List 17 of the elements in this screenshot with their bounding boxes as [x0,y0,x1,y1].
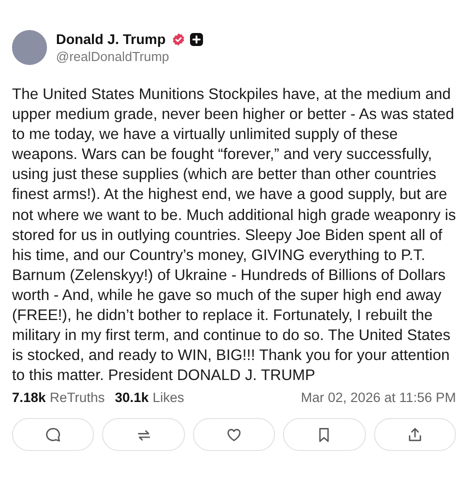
avatar-placeholder[interactable] [12,30,47,65]
stat-count: 7.18k [12,390,46,406]
post-text: The United States Munitions Stockpiles have, at the medium and upper medium grade, never been higher or better - As was stated to me today, we have a virtually unlimited supply of these weapons. Wars can be fought “forever,” and very successfully, using just these supplies (which are better than other countries finest arms!). At the highest end, we have a good supply, but are not where we want to be. Much additional high grade weaponry is stored for us in outlying countries. Sleepy Joe Biden spent all of his time, and our Country’s money, GIVING everything to P.T. Barnum (Zelenskyy!) of Ukraine - Hundreds of Billions of Dollars worth - And, while he gave so much of the super high end away (FREE!), he didn’t bother to replace it. Fortunately, I rebuilt the military in my first term, and continue to do so. The United States is stocked, and ready to WIN, BIG!!! Thank you for your attention to this matter. President DONALD J. TRUMP [12,85,457,386]
stat-count: 30.1k [114,390,149,406]
plus-badge-icon [190,32,203,46]
post-timestamp: Mar 02, 2026 at 11:56 PM [300,390,456,406]
like-button[interactable] [192,418,276,452]
author-handle[interactable]: @realDonaldTrump [56,49,203,64]
stat-label[interactable]: ReTruths [50,390,105,406]
speech-bubble-icon [44,426,62,444]
bookmark-button[interactable] [283,418,366,452]
share-button[interactable] [374,418,456,452]
retruth-button[interactable] [102,418,185,452]
stat-label[interactable]: Likes [152,390,184,406]
verified-badge-icon [172,32,185,46]
author-name[interactable]: Donald J. Trump [56,31,166,47]
reply-button[interactable] [12,418,94,452]
